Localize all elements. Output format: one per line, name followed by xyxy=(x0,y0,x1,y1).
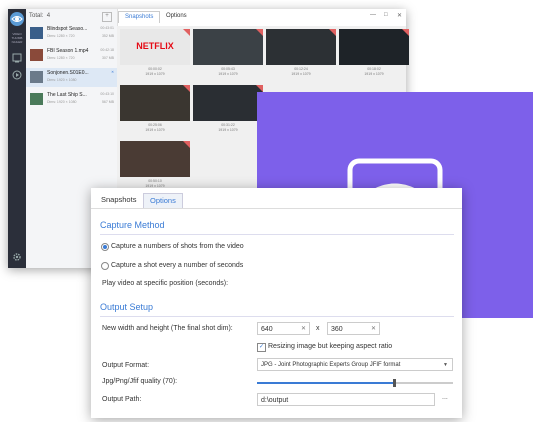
quality-slider-fill xyxy=(257,382,395,384)
snapshot-image: NETFLIX xyxy=(120,29,190,65)
divider xyxy=(100,234,454,235)
snapshot-meta: 00:05:43 1919 x 1079 xyxy=(218,67,238,76)
tab-options[interactable]: Options xyxy=(160,11,193,22)
width-input[interactable]: 640 ✕ xyxy=(257,322,310,335)
remove-file-icon[interactable]: ✕ xyxy=(111,70,114,74)
clear-width-icon[interactable]: ✕ xyxy=(301,323,306,336)
file-size: 307 MB xyxy=(101,56,114,60)
options-dialog: Snapshots Options Capture Method Capture… xyxy=(91,188,462,418)
clear-height-icon[interactable]: ✕ xyxy=(371,323,376,336)
file-name: Sonjonen.S01E0... xyxy=(47,70,89,76)
file-dims: Dims: 1920 × 1080 xyxy=(47,78,77,82)
browse-button[interactable]: ... xyxy=(442,394,448,401)
minimize-button[interactable]: — xyxy=(370,12,376,18)
remove-snapshot-icon[interactable] xyxy=(256,29,263,36)
file-thumbnail xyxy=(30,49,43,61)
file-thumbnail xyxy=(30,93,43,105)
file-thumbnail xyxy=(30,27,43,39)
file-item[interactable]: Blindspot Seaso... Dims: 1280 × 720 00:4… xyxy=(26,24,117,43)
snapshot-tile[interactable]: 00:25:06 1919 x 1079 xyxy=(120,85,190,135)
file-thumbnail xyxy=(30,71,43,83)
snapshot-tile[interactable]: 00:50:10 1919 x 1079 xyxy=(120,141,190,191)
sidebar-app-tag: VIDEO THUMB NAILER xyxy=(11,32,23,44)
file-size: 567 MB xyxy=(101,100,114,104)
snapshot-meta: 00:25:06 1919 x 1079 xyxy=(145,123,165,132)
file-dims: Dims: 1920 × 1080 xyxy=(47,100,77,104)
file-item[interactable]: FBI Season 1.mp4 Dims: 1280 × 720 00:42:… xyxy=(26,46,117,65)
remove-snapshot-icon[interactable] xyxy=(402,29,409,36)
output-format-label: Output Format: xyxy=(102,362,150,369)
tab-snapshots[interactable]: Snapshots xyxy=(95,193,142,207)
file-name: Blindspot Seaso... xyxy=(47,26,88,32)
output-setup-heading: Output Setup xyxy=(100,302,154,312)
capture-interval-radio[interactable] xyxy=(101,262,109,270)
netflix-logo: NETFLIX xyxy=(136,41,174,51)
quality-slider[interactable] xyxy=(257,379,453,387)
remove-snapshot-icon[interactable] xyxy=(329,29,336,36)
file-size: 352 MB xyxy=(101,34,114,38)
snapshot-meta: 00:31:22 1919 x 1079 xyxy=(218,123,238,132)
divider xyxy=(100,316,454,317)
snapshot-tile[interactable]: 00:31:22 1919 x 1079 xyxy=(193,85,263,135)
size-separator: x xyxy=(316,325,320,332)
keep-aspect-checkbox[interactable]: ✓ xyxy=(257,343,266,352)
snapshot-image xyxy=(193,85,263,121)
remove-snapshot-icon[interactable] xyxy=(183,29,190,36)
snapshot-meta: 00:18:02 1919 x 1079 xyxy=(364,67,384,76)
video-icon[interactable] xyxy=(12,70,22,80)
file-duration: 00:43:01 xyxy=(100,26,114,30)
snapshot-meta: 00:00:02 1919 x 1079 xyxy=(145,67,165,76)
snapshot-tile[interactable]: NETFLIX 00:00:02 1919 x 1079 xyxy=(120,29,190,79)
output-format-select[interactable]: JPG - Joint Photographic Experts Group J… xyxy=(257,358,453,371)
add-file-button[interactable]: + xyxy=(102,12,112,22)
file-item-selected[interactable]: Sonjonen.S01E0... Dims: 1920 × 1080 ✕ xyxy=(26,68,117,87)
snapshot-image xyxy=(193,29,263,65)
capture-count-label: Capture a numbers of shots from the vide… xyxy=(111,243,244,250)
quality-label: Jpg/Png/Jfif quality (70): xyxy=(102,378,178,385)
tab-options[interactable]: Options xyxy=(143,193,183,208)
snapshot-image xyxy=(120,85,190,121)
file-dims: Dims: 1280 × 720 xyxy=(47,34,75,38)
height-input[interactable]: 360 ✕ xyxy=(327,322,380,335)
snapshot-image xyxy=(120,141,190,177)
file-name: The Last Ship S... xyxy=(47,92,87,98)
snapshot-tile[interactable]: 00:05:43 1919 x 1079 xyxy=(193,29,263,79)
file-dims: Dims: 1280 × 720 xyxy=(47,56,75,60)
close-button[interactable]: ✕ xyxy=(397,12,402,19)
tab-snapshots[interactable]: Snapshots xyxy=(118,11,161,23)
quality-slider-thumb[interactable] xyxy=(393,379,397,387)
maximize-button[interactable]: □ xyxy=(384,12,388,18)
remove-snapshot-icon[interactable] xyxy=(256,85,263,92)
capture-count-radio[interactable] xyxy=(101,243,109,251)
output-path-label: Output Path: xyxy=(102,396,142,403)
keep-aspect-label: Resizing image but keeping aspect ratio xyxy=(268,343,393,350)
total-label: Total: 4 xyxy=(29,13,51,19)
snapshot-tile[interactable]: 00:18:02 1919 x 1079 xyxy=(339,29,409,79)
dialog-tabs: Snapshots Options xyxy=(91,188,462,209)
file-duration: 00:43:10 xyxy=(100,92,114,96)
capture-interval-label: Capture a shot every a number of seconds xyxy=(111,262,244,269)
remove-snapshot-icon[interactable] xyxy=(183,85,190,92)
snapshot-image xyxy=(266,29,336,65)
sidebar: VIDEO THUMB NAILER xyxy=(8,9,26,268)
file-name: FBI Season 1.mp4 xyxy=(47,48,89,54)
file-duration: 00:42:18 xyxy=(100,48,114,52)
file-item[interactable]: The Last Ship S... Dims: 1920 × 1080 00:… xyxy=(26,90,117,109)
eye-logo-icon[interactable] xyxy=(10,12,24,26)
snapshot-tile[interactable]: 00:12:24 1919 x 1079 xyxy=(266,29,336,79)
chevron-down-icon: ▼ xyxy=(443,362,448,368)
snapshot-icon[interactable] xyxy=(12,53,22,63)
settings-gear-icon[interactable] xyxy=(12,252,22,262)
size-label: New width and height (The final shot dim… xyxy=(102,325,233,332)
play-position-label: Play video at specific position (seconds… xyxy=(102,280,229,287)
remove-snapshot-icon[interactable] xyxy=(183,141,190,148)
snapshot-meta: 00:12:24 1919 x 1079 xyxy=(291,67,311,76)
snapshot-image xyxy=(339,29,409,65)
output-path-input[interactable]: d:\output xyxy=(257,393,435,406)
capture-method-heading: Capture Method xyxy=(100,220,165,230)
